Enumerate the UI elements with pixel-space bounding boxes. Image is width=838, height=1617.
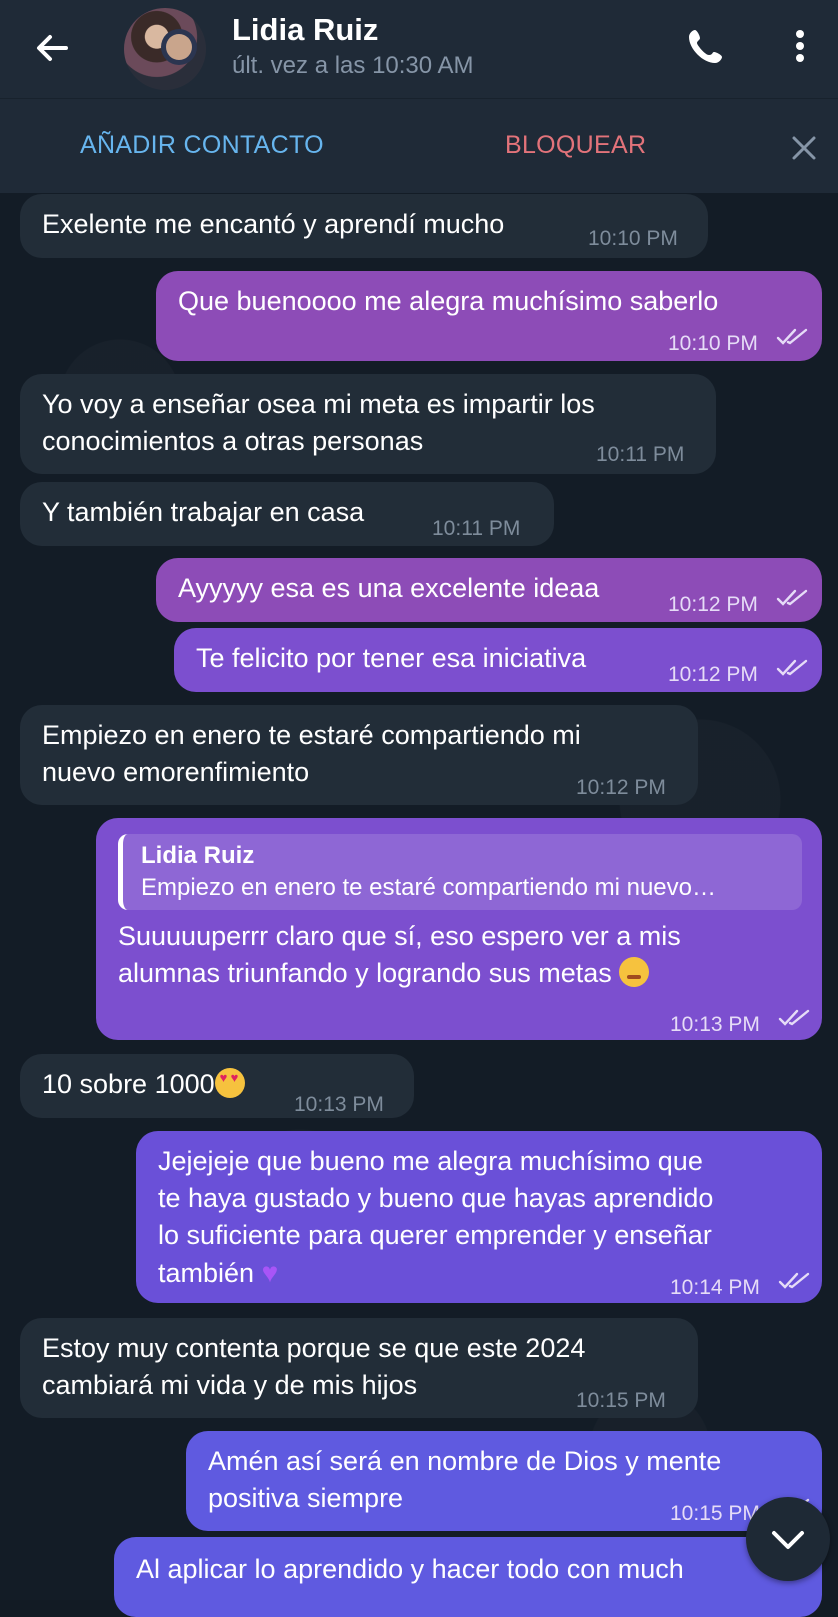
double-check-icon — [778, 1009, 810, 1026]
phone-icon[interactable] — [684, 24, 728, 68]
quoted-sender: Lidia Ruiz — [141, 842, 255, 869]
message-time: 10:14 PM — [670, 1276, 760, 1299]
message-time: 10:12 PM — [576, 776, 666, 799]
message-bubble-incoming[interactable]: Y también trabajar en casa 10:11 PM — [20, 482, 554, 546]
chevron-down-icon — [772, 1531, 804, 1549]
message-time: 10:12 PM — [668, 593, 758, 616]
close-icon[interactable] — [790, 134, 818, 162]
back-arrow-icon[interactable] — [30, 26, 74, 70]
message-text-line: alumnas triunfando y logrando sus metas — [118, 958, 612, 988]
message-time: 10:15 PM — [576, 1389, 666, 1412]
message-text: Ayyyyy esa es una excelente ideaa — [178, 573, 600, 603]
message-time: 10:11 PM — [596, 443, 685, 466]
avatar[interactable] — [124, 8, 206, 90]
message-text-line: Amén así será en nombre de Dios y mente — [208, 1446, 722, 1476]
chat-header: Lidia Ruiz últ. vez a las 10:30 AM — [0, 0, 838, 98]
message-bubble-outgoing[interactable]: Al aplicar lo aprendido y hacer todo con… — [114, 1537, 822, 1617]
more-vertical-icon[interactable] — [782, 24, 818, 68]
unknown-contact-bar: AÑADIR CONTACTO BLOQUEAR — [0, 98, 838, 193]
message-bubble-incoming[interactable]: Yo voy a enseñar osea mi meta es imparti… — [20, 374, 716, 474]
message-bubble-incoming[interactable]: Empiezo en enero te estaré compartiendo … — [20, 705, 698, 805]
message-time: 10:12 PM — [668, 663, 758, 686]
message-text: Que buenoooo me alegra muchísimo saberlo — [178, 286, 719, 316]
message-text-line: lo suficiente para querer emprender y en… — [158, 1220, 712, 1250]
quoted-text: Empiezo en enero te estaré compartiendo … — [141, 874, 716, 901]
message-time: 10:11 PM — [432, 517, 521, 540]
double-check-icon — [776, 328, 808, 345]
message-bubble-outgoing[interactable]: Amén así será en nombre de Dios y mente … — [186, 1431, 822, 1531]
double-check-icon — [778, 1272, 810, 1289]
message-text: 10 sobre 1000 — [42, 1069, 215, 1099]
message-time: 10:13 PM — [670, 1013, 760, 1036]
double-check-icon — [776, 589, 808, 606]
message-time: 10:13 PM — [294, 1093, 384, 1116]
party-face-emoji — [619, 957, 650, 987]
message-text: Te felicito por tener esa iniciativa — [196, 643, 587, 673]
contact-name[interactable]: Lidia Ruiz — [232, 12, 378, 48]
scroll-to-bottom-button[interactable] — [746, 1497, 830, 1581]
message-bubble-outgoing[interactable]: Te felicito por tener esa iniciativa 10:… — [174, 628, 822, 692]
message-text-line: Suuuuuperrr claro que sí, eso espero ver… — [118, 921, 681, 951]
message-text: Exelente me encantó y aprendí mucho — [42, 209, 505, 239]
add-contact-button[interactable]: AÑADIR CONTACTO — [80, 131, 324, 160]
quoted-reply[interactable]: Lidia Ruiz Empiezo en enero te estaré co… — [118, 834, 802, 910]
purple-heart-emoji: ♥ — [261, 1257, 279, 1288]
message-bubble-outgoing[interactable]: Jejejeje que bueno me alegra muchísimo q… — [136, 1131, 822, 1303]
message-bubble-outgoing[interactable]: Ayyyyy esa es una excelente ideaa 10:12 … — [156, 558, 822, 622]
double-check-icon — [776, 659, 808, 676]
last-seen-status: últ. vez a las 10:30 AM — [232, 52, 474, 79]
message-text: Y también trabajar en casa — [42, 497, 365, 527]
message-text-line: Yo voy a enseñar osea mi meta es imparti… — [42, 389, 595, 419]
message-time: 10:10 PM — [668, 332, 758, 355]
message-text: Al aplicar lo aprendido y hacer todo con… — [136, 1554, 684, 1584]
message-text-line: te haya gustado y bueno que hayas aprend… — [158, 1183, 714, 1213]
heart-eyes-emoji — [214, 1068, 245, 1098]
message-text-line: también — [158, 1258, 255, 1288]
message-bubble-incoming[interactable]: 10 sobre 1000 10:13 PM — [20, 1054, 414, 1118]
message-text-line: Empiezo en enero te estaré compartiendo … — [42, 720, 581, 750]
block-button[interactable]: BLOQUEAR — [505, 131, 646, 160]
message-bubble-incoming[interactable]: Exelente me encantó y aprendí mucho 10:1… — [20, 194, 708, 258]
message-time: 10:10 PM — [588, 227, 678, 250]
message-text-line: Jejejeje que bueno me alegra muchísimo q… — [158, 1146, 703, 1176]
message-bubble-outgoing-reply[interactable]: Lidia Ruiz Empiezo en enero te estaré co… — [96, 818, 822, 1040]
message-bubble-outgoing[interactable]: Que buenoooo me alegra muchísimo saberlo… — [156, 271, 822, 361]
message-bubble-incoming[interactable]: Estoy muy contenta porque se que este 20… — [20, 1318, 698, 1418]
message-text-line: Estoy muy contenta porque se que este 20… — [42, 1333, 586, 1363]
